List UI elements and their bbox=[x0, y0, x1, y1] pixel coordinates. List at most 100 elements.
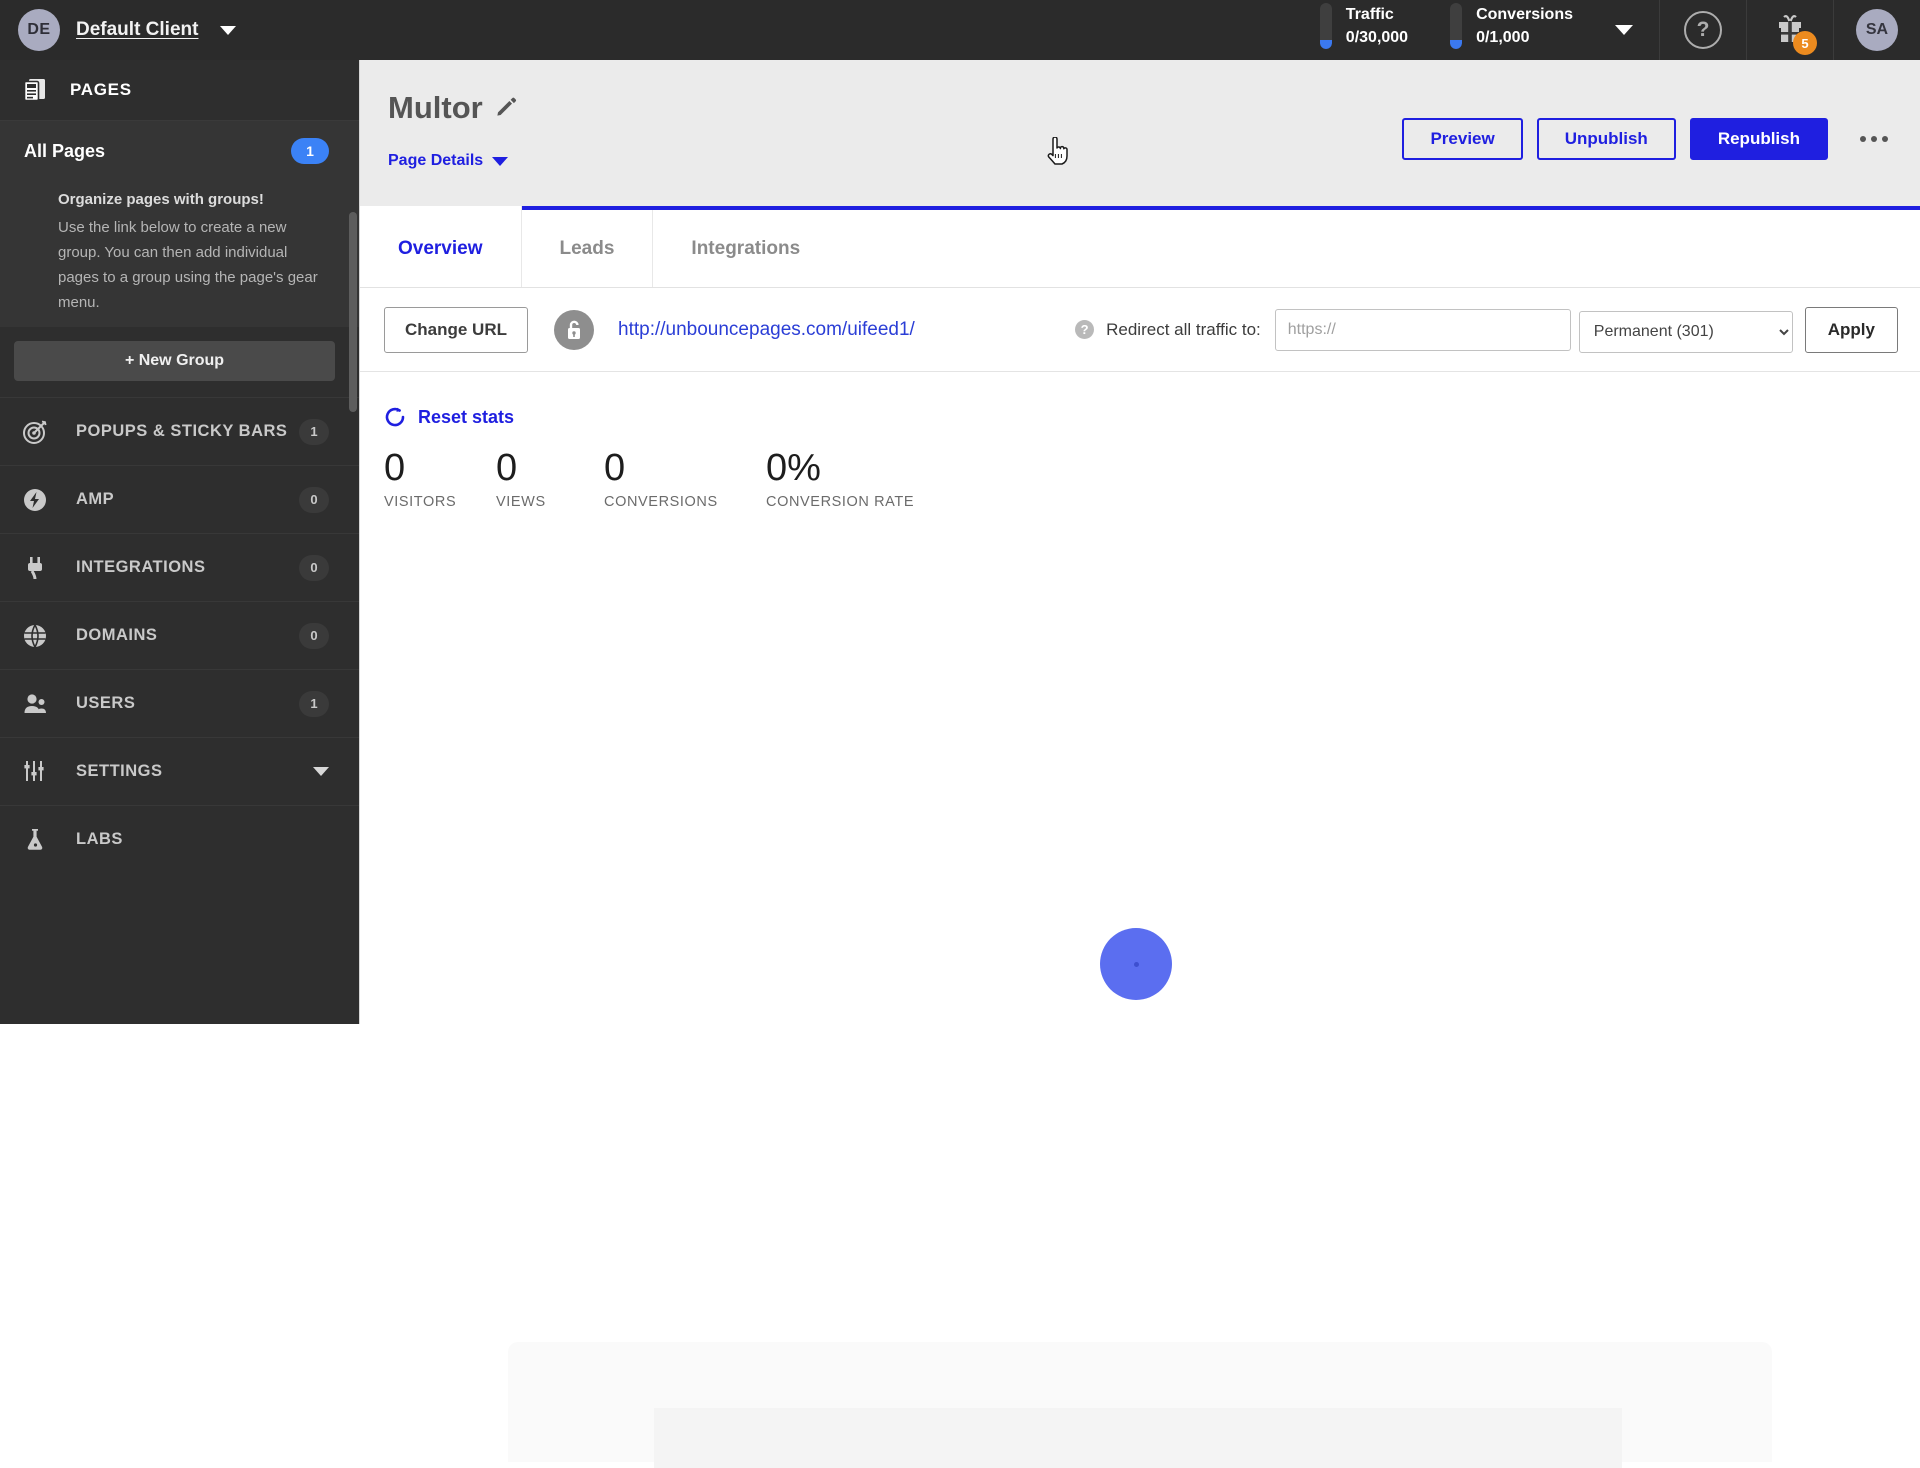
sidebar-item-integrations[interactable]: INTEGRATIONS 0 bbox=[0, 533, 359, 601]
kebab-menu-icon[interactable] bbox=[1846, 128, 1902, 150]
sidebar-item-label: LABS bbox=[76, 830, 123, 848]
group-promo: Organize pages with groups! Use the link… bbox=[0, 181, 359, 327]
unpublish-button[interactable]: Unpublish bbox=[1536, 118, 1676, 160]
plug-icon bbox=[22, 555, 56, 581]
stat-row: 0 VISITORS 0 VIEWS 0 CONVERSIONS 0% CONV… bbox=[384, 446, 1920, 510]
top-bar: DE Default Client Traffic 0/30,000 Conve… bbox=[0, 0, 1920, 60]
page-title: Multor bbox=[388, 90, 517, 126]
page-header: Multor Page Details Preview Unpublish Re… bbox=[360, 60, 1920, 210]
group-promo-body: Use the link below to create a new group… bbox=[58, 219, 318, 311]
sidebar-item-count: 1 bbox=[299, 418, 329, 445]
stats-area: Reset stats 0 VISITORS 0 VIEWS 0 CONVERS… bbox=[360, 372, 1920, 1468]
sidebar-item-amp[interactable]: AMP 0 bbox=[0, 465, 359, 533]
target-icon bbox=[22, 419, 56, 445]
all-pages-count-badge: 1 bbox=[291, 138, 329, 164]
unlocked-padlock-icon bbox=[554, 309, 594, 350]
sidebar-item-popups-sticky-bars[interactable]: POPUPS & STICKY BARS 1 bbox=[0, 397, 359, 465]
conversions-meter-bar bbox=[1450, 3, 1463, 49]
whats-new-badge: 5 bbox=[1793, 31, 1817, 55]
tab-label: Leads bbox=[559, 237, 615, 259]
help-icon-label: ? bbox=[1696, 18, 1710, 41]
sidebar-item-label: AMP bbox=[76, 490, 115, 508]
sidebar-item-labs[interactable]: LABS bbox=[0, 805, 359, 873]
stat-value: 0 bbox=[604, 447, 626, 489]
client-name-label: Default Client bbox=[76, 19, 199, 40]
ghost-panel-inner bbox=[654, 1408, 1622, 1468]
sidebar-item-label: USERS bbox=[76, 694, 136, 712]
page-details-toggle[interactable]: Page Details bbox=[388, 152, 509, 170]
reset-stats-label: Reset stats bbox=[418, 406, 515, 427]
tab-integrations[interactable]: Integrations bbox=[653, 210, 838, 287]
chevron-down-icon bbox=[313, 767, 329, 776]
sidebar-item-label: POPUPS & STICKY BARS bbox=[76, 422, 288, 440]
globe-icon bbox=[22, 623, 56, 649]
tab-label: Overview bbox=[398, 237, 483, 259]
refresh-icon bbox=[385, 407, 405, 427]
change-url-button[interactable]: Change URL bbox=[384, 306, 528, 353]
sidebar-section-label: PAGES bbox=[70, 80, 132, 99]
redirect-type-select[interactable]: Permanent (301) Temporary (302) bbox=[1578, 310, 1793, 353]
usage-meters[interactable]: Traffic 0/30,000 Conversions 0/1,000 bbox=[1319, 0, 1659, 60]
users-icon bbox=[22, 691, 56, 717]
chevron-down-icon bbox=[220, 25, 237, 35]
sidebar: PAGES All Pages 1 Organize pages with gr… bbox=[0, 60, 359, 1024]
redirect-label: Redirect all traffic to: bbox=[1106, 319, 1261, 339]
user-menu-button[interactable]: SA bbox=[1834, 0, 1920, 60]
user-avatar-initials: SA bbox=[1865, 21, 1889, 38]
url-row: Change URL http://unbouncepages.com/uife… bbox=[360, 288, 1920, 372]
tab-overview[interactable]: Overview bbox=[360, 206, 522, 287]
tab-bar: Overview Leads Integrations bbox=[360, 206, 1920, 288]
stat-caption: CONVERSIONS bbox=[604, 494, 718, 510]
help-button[interactable]: ? bbox=[1660, 0, 1746, 60]
stat-caption: VISITORS bbox=[384, 494, 457, 510]
sidebar-item-count: 0 bbox=[299, 486, 329, 513]
page-title-text: Multor bbox=[388, 90, 483, 125]
new-group-button[interactable]: + New Group bbox=[14, 341, 335, 381]
sidebar-scrollbar[interactable] bbox=[349, 212, 357, 412]
lightning-bolt-icon bbox=[22, 487, 56, 513]
stat-caption: VIEWS bbox=[496, 494, 546, 510]
pencil-icon[interactable] bbox=[495, 95, 517, 122]
redirect-url-input[interactable] bbox=[1274, 308, 1571, 351]
client-avatar-initials: DE bbox=[27, 21, 51, 38]
question-mark-icon[interactable]: ? bbox=[1075, 320, 1095, 339]
conversions-meter-value: 0/1,000 bbox=[1476, 29, 1530, 46]
sidebar-item-count: 0 bbox=[299, 622, 329, 649]
question-mark-icon: ? bbox=[1684, 11, 1722, 49]
stat-value: 0 bbox=[384, 447, 406, 489]
loading-circle-indicator bbox=[1100, 928, 1172, 1000]
apply-redirect-button[interactable]: Apply bbox=[1804, 306, 1898, 353]
page-actions: Preview Unpublish Republish bbox=[1402, 118, 1902, 160]
traffic-meter-value: 0/30,000 bbox=[1345, 29, 1409, 46]
redirect-help-label: ? bbox=[1080, 322, 1089, 337]
sidebar-item-label: INTEGRATIONS bbox=[76, 558, 206, 576]
stat-conversions: 0 CONVERSIONS bbox=[604, 446, 766, 510]
sidebar-item-settings[interactable]: SETTINGS bbox=[0, 737, 359, 805]
page-url-link[interactable]: http://unbouncepages.com/uifeed1/ bbox=[618, 319, 915, 341]
sliders-icon bbox=[22, 759, 56, 785]
sidebar-item-label: SETTINGS bbox=[76, 762, 163, 780]
stat-value: 0 bbox=[496, 447, 518, 489]
traffic-meter: Traffic 0/30,000 bbox=[1319, 0, 1414, 60]
conversions-meter-label: Conversions bbox=[1476, 6, 1573, 23]
reset-stats-button[interactable]: Reset stats bbox=[384, 406, 514, 428]
sidebar-section-pages[interactable]: PAGES bbox=[0, 60, 359, 121]
republish-button[interactable]: Republish bbox=[1689, 118, 1828, 160]
avatar: SA bbox=[1856, 9, 1898, 51]
redirect-controls: ? Redirect all traffic to: Permanent (30… bbox=[1075, 306, 1898, 353]
sidebar-item-users[interactable]: USERS 1 bbox=[0, 669, 359, 737]
sidebar-item-all-pages[interactable]: All Pages 1 bbox=[0, 121, 359, 181]
stat-value: 0% bbox=[766, 447, 821, 489]
preview-button[interactable]: Preview bbox=[1402, 118, 1523, 160]
sidebar-item-domains[interactable]: DOMAINS 0 bbox=[0, 601, 359, 669]
chevron-down-icon[interactable] bbox=[1615, 25, 1633, 35]
all-pages-label: All Pages bbox=[24, 140, 106, 161]
sidebar-item-count: 1 bbox=[299, 690, 329, 717]
ghost-panel-placeholder bbox=[508, 1342, 1772, 1468]
whats-new-button[interactable]: 5 bbox=[1747, 0, 1833, 60]
tab-leads[interactable]: Leads bbox=[522, 210, 654, 287]
chevron-down-icon bbox=[492, 156, 509, 166]
traffic-meter-bar bbox=[1319, 3, 1332, 49]
traffic-meter-label: Traffic bbox=[1345, 6, 1394, 23]
client-selector[interactable]: DE Default Client bbox=[0, 0, 359, 60]
